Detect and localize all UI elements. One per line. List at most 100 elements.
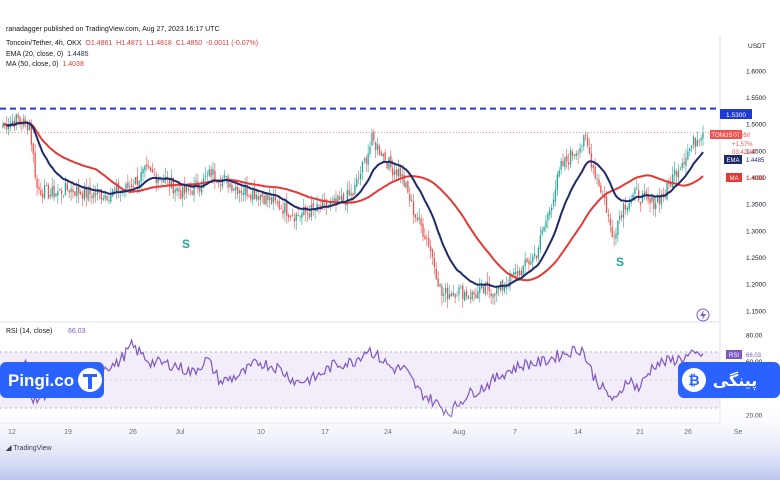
candle-body — [675, 171, 678, 177]
candle-body — [407, 180, 409, 193]
candle-body — [568, 162, 570, 165]
tv-footer-text: TradingView — [13, 445, 52, 452]
candle-body — [549, 210, 551, 216]
candle-body — [465, 290, 468, 297]
candle-body — [573, 155, 576, 156]
candle-body — [70, 188, 72, 192]
candle-body — [498, 288, 500, 289]
candle-body — [59, 188, 61, 191]
candle-body — [445, 288, 447, 294]
candle-body — [626, 207, 628, 211]
candle-body — [581, 146, 583, 148]
candle-body — [638, 190, 640, 201]
candle-body — [602, 193, 604, 195]
candle-body — [539, 235, 541, 250]
candle-body — [146, 164, 148, 167]
candle-body — [68, 190, 70, 193]
candle-body — [339, 196, 341, 200]
candle-body — [590, 153, 593, 168]
candle-body — [583, 135, 585, 147]
candle-body — [74, 191, 76, 196]
candle-body — [297, 214, 299, 216]
ma-tag-value: 1.4038 — [746, 176, 765, 182]
candle-body — [144, 165, 146, 171]
candle-body — [526, 258, 528, 263]
candle-body — [244, 185, 246, 195]
candle-body — [494, 293, 496, 296]
candle-body — [225, 176, 227, 177]
candle-body — [276, 201, 278, 203]
candle-body — [410, 199, 413, 201]
candle-body — [607, 214, 610, 217]
candle-body — [467, 296, 470, 299]
candle-body — [81, 193, 84, 199]
candle-body — [677, 170, 680, 178]
candle-body — [564, 157, 566, 168]
candle-body — [412, 201, 415, 215]
candle-body — [17, 114, 19, 118]
candle-body — [524, 259, 526, 266]
candle-body — [261, 193, 263, 198]
candle-body — [354, 184, 356, 194]
candle-body — [418, 217, 420, 220]
candle-body — [142, 168, 144, 174]
candle-body — [492, 294, 494, 298]
candle-body — [649, 197, 651, 204]
candle-body — [32, 143, 34, 155]
candle-body — [149, 167, 152, 171]
candle-body — [176, 187, 178, 192]
candle-body — [600, 185, 602, 193]
candle-body — [443, 293, 445, 296]
candle-body — [609, 218, 611, 225]
chart-root: { "header": { "publisher": "ranadagger p… — [0, 0, 780, 480]
candle-body — [210, 169, 212, 177]
candle-body — [306, 212, 309, 214]
candle-body — [399, 167, 401, 177]
candle-body — [556, 174, 558, 191]
candle-body — [219, 184, 222, 186]
candle-body — [617, 220, 619, 236]
candle-body — [25, 119, 27, 121]
rsi-tag-value: 66.03 — [746, 353, 762, 359]
candle-body — [185, 186, 188, 192]
price-tag: 1.4850 — [732, 133, 751, 139]
candle-body — [240, 190, 243, 194]
ema20-line — [6, 121, 704, 288]
brand-left-text: Pingi.co — [8, 371, 74, 390]
candle-body — [340, 195, 343, 202]
candle-body — [288, 215, 290, 218]
candle-body — [274, 196, 277, 201]
candle-body — [151, 169, 154, 173]
candle-body — [182, 186, 184, 198]
candle-body — [594, 166, 596, 178]
candle-body — [395, 169, 398, 176]
candle-body — [127, 182, 129, 188]
candle-body — [471, 291, 473, 300]
candle-body — [91, 195, 93, 198]
candle-body — [195, 180, 197, 183]
candle-body — [189, 190, 191, 191]
candle-body — [689, 148, 691, 151]
candle-body — [384, 152, 386, 161]
candle-body — [696, 140, 698, 147]
candle-body — [515, 271, 517, 275]
candle-body — [530, 261, 532, 265]
candle-body — [289, 215, 292, 217]
candle-body — [424, 235, 426, 240]
candle-body — [136, 176, 138, 185]
candle-body — [356, 179, 358, 187]
candle-body — [78, 186, 80, 194]
candle-body — [401, 174, 403, 177]
candle-body — [55, 193, 57, 197]
candle-body — [636, 188, 638, 190]
price-tick: 1.2000 — [746, 282, 766, 289]
candle-body — [252, 190, 254, 201]
candle-body — [628, 203, 630, 210]
candle-body — [620, 214, 623, 218]
candle-body — [516, 271, 519, 277]
candle-body — [223, 175, 226, 179]
currency-label: USDT — [748, 43, 766, 50]
candle-body — [382, 154, 384, 157]
candle-body — [448, 294, 451, 299]
candle-body — [579, 148, 581, 153]
